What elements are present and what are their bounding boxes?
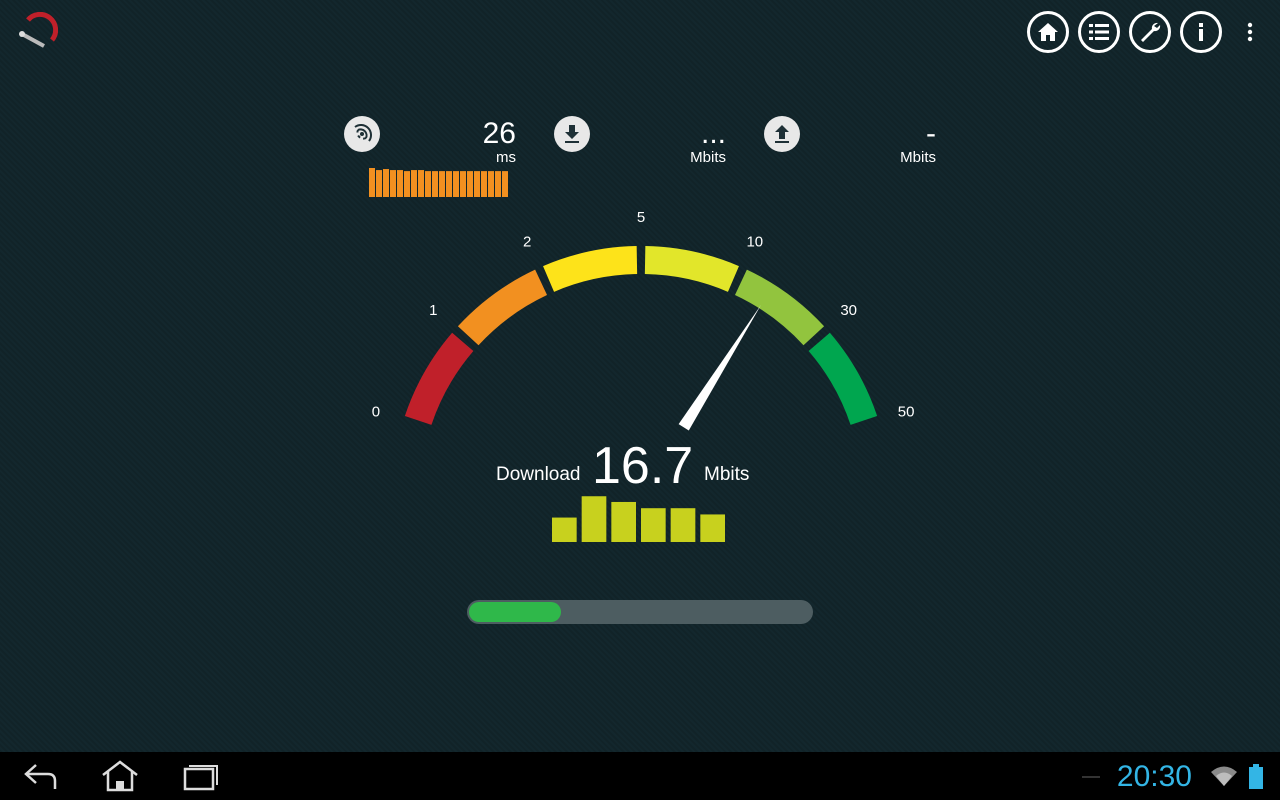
- back-button[interactable]: [20, 758, 60, 794]
- download-history-chart: [552, 496, 725, 542]
- download-history-bar: [581, 496, 607, 542]
- download-speed-value: 16.7: [592, 437, 694, 495]
- gauge-tick-label: 30: [840, 302, 857, 319]
- test-progress-fill: [469, 602, 562, 622]
- back-icon: [24, 764, 57, 789]
- battery-icon: [1248, 764, 1264, 795]
- gauge-tick-label: 50: [898, 403, 915, 420]
- gauge-segment: [808, 332, 878, 426]
- gauge-segment: [404, 332, 474, 426]
- gauge-tick-label: 5: [637, 209, 645, 226]
- home-icon: [102, 760, 138, 792]
- gauge-segment: [734, 269, 825, 346]
- gauge-tick-label: 0: [372, 403, 380, 420]
- download-history-bar: [670, 508, 696, 542]
- status-clock[interactable]: 20:30: [1117, 760, 1192, 794]
- wifi-icon: [1210, 764, 1238, 793]
- test-progress-bar: [467, 600, 813, 624]
- download-speed-unit: Mbits: [704, 464, 750, 485]
- recent-apps-icon: [183, 765, 218, 791]
- gauge-tick-label: 2: [523, 233, 531, 250]
- gauge-tick-label: 1: [429, 302, 437, 319]
- gauge-needle: [678, 304, 762, 431]
- download-history-bar: [641, 508, 666, 542]
- gauge-tick-label: 10: [746, 233, 763, 250]
- recent-apps-button[interactable]: [180, 758, 220, 794]
- nav-home-button[interactable]: [99, 758, 141, 794]
- gauge-segment: [543, 246, 638, 292]
- notification-indicator: [1082, 776, 1100, 778]
- download-history-bar: [700, 514, 725, 542]
- download-label: Download: [496, 464, 581, 485]
- download-history-bar: [552, 517, 577, 542]
- gauge-segment: [644, 246, 739, 292]
- system-nav-bar: 20:30: [0, 752, 1280, 800]
- download-history-bar: [611, 501, 636, 542]
- gauge-segment: [457, 269, 548, 346]
